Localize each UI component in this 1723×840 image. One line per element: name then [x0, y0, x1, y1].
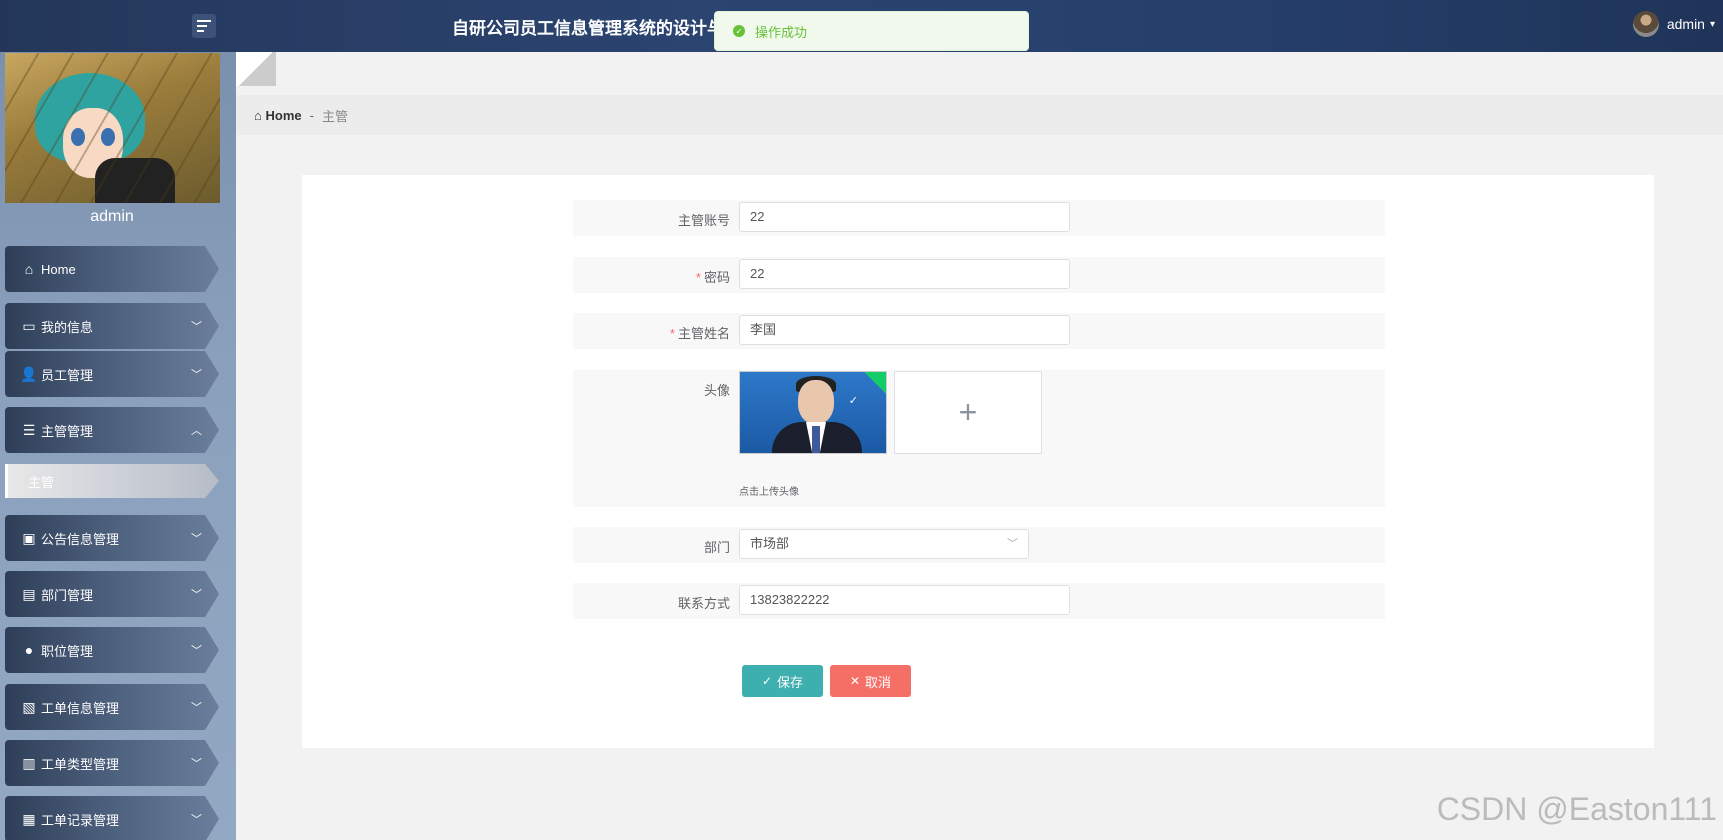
breadcrumb: ⌂ Home - 主管: [236, 95, 1723, 135]
required-mark: *: [669, 326, 675, 341]
sidebar: admin ⌂ Home ▭ 我的信息 ﹀ 👤 员工管理 ﹀ ☰ 主管管理 ︿ …: [0, 52, 236, 840]
profile-image: [5, 53, 220, 203]
sidebar-item-employees[interactable]: 👤 员工管理 ﹀: [5, 351, 219, 397]
cancel-button-label: 取消: [865, 674, 892, 690]
user-name: admin: [1666, 16, 1705, 32]
avatar-preview-image[interactable]: ✓: [739, 371, 887, 454]
breadcrumb-separator: -: [309, 107, 314, 123]
contact-input[interactable]: 13823822222: [739, 585, 1070, 615]
check-icon: ✓: [848, 395, 858, 407]
sidebar-item-work-order-types[interactable]: ▥ 工单类型管理 ﹀: [5, 740, 219, 786]
sidebar-item-work-order-records[interactable]: ▦ 工单记录管理 ﹀: [5, 796, 219, 840]
menu-fold-icon: [197, 20, 211, 32]
sidebar-item-my-info[interactable]: ▭ 我的信息 ﹀: [5, 303, 219, 349]
chevron-down-icon: ﹀: [191, 533, 202, 545]
sidebar-item-label: 部门管理: [41, 587, 94, 603]
sidebar-item-label: 工单类型管理: [41, 756, 120, 772]
app-title: 自研公司员工信息管理系统的设计与: [452, 19, 720, 38]
chevron-down-icon: ﹀: [191, 814, 202, 826]
save-button[interactable]: ✓ 保存: [742, 665, 823, 697]
sidebar-subitem-label: 主管: [28, 474, 55, 490]
required-mark: *: [695, 270, 701, 285]
upload-success-badge: [863, 372, 886, 395]
chevron-down-icon: ﹀: [191, 369, 202, 381]
sidebar-item-label: Home: [41, 261, 76, 277]
briefcase-icon: ▤: [22, 585, 36, 602]
sidebar-item-label: 工单信息管理: [41, 700, 120, 716]
sidebar-item-label: 主管管理: [41, 423, 94, 439]
contact-label: 联系方式: [677, 596, 730, 611]
sidebar-item-departments[interactable]: ▤ 部门管理 ﹀: [5, 571, 219, 617]
avatar-upload-hint: 点击上传头像: [739, 487, 799, 498]
chevron-down-icon: ﹀: [1007, 538, 1018, 550]
sidebar-subitem-supervisor[interactable]: 主管: [5, 464, 219, 498]
avatar-label: 头像: [703, 383, 730, 398]
form-row-avatar: 头像 ✓ + 点击上传头像: [573, 370, 1385, 507]
avatar-upload-button[interactable]: +: [894, 371, 1042, 454]
wallet-icon: ▣: [22, 529, 36, 546]
sidebar-item-label: 职位管理: [41, 643, 94, 659]
list-icon: ☰: [22, 421, 36, 438]
user-icon: 👤: [20, 365, 38, 382]
tags-bar: [236, 52, 1723, 95]
sidebar-item-home[interactable]: ⌂ Home: [5, 246, 219, 292]
chevron-up-icon: ︿: [191, 425, 202, 437]
success-check-icon: ✓: [733, 25, 745, 37]
caret-down-icon: ▾: [1709, 18, 1715, 30]
cancel-button[interactable]: ✕ 取消: [830, 665, 911, 697]
sidebar-item-label: 公告信息管理: [41, 531, 120, 547]
bulb-icon: ●: [24, 642, 34, 658]
form-row-name: * 主管姓名 李国: [573, 313, 1385, 349]
form-row-contact: 联系方式 13823822222: [573, 583, 1385, 619]
sidebar-item-label: 员工管理: [41, 367, 94, 383]
account-label: 主管账号: [677, 213, 730, 228]
profile-name: admin: [90, 208, 134, 225]
plus-icon: +: [958, 394, 978, 430]
department-label: 部门: [703, 540, 730, 555]
user-avatar: [1632, 11, 1659, 37]
success-toast: ✓ 操作成功: [714, 11, 1029, 51]
menu-toggle-button[interactable]: [192, 14, 216, 38]
check-circle-icon: ✓: [761, 674, 773, 688]
close-circle-icon: ✕: [849, 674, 861, 688]
chevron-down-icon: ﹀: [191, 702, 202, 714]
sidebar-item-label: 工单记录管理: [41, 812, 120, 828]
grid-icon: ▦: [22, 810, 36, 827]
password-label: * 密码: [695, 270, 730, 285]
user-menu[interactable]: admin ▾: [1632, 11, 1715, 37]
toast-message: 操作成功: [755, 24, 808, 40]
home-icon: ⌂: [24, 261, 34, 277]
sidebar-item-announcements[interactable]: ▣ 公告信息管理 ﹀: [5, 515, 219, 561]
card-icon: ▭: [22, 317, 36, 334]
sidebar-item-work-orders[interactable]: ▧ 工单信息管理 ﹀: [5, 684, 219, 730]
sidebar-item-supervisors[interactable]: ☰ 主管管理 ︿: [5, 407, 219, 453]
breadcrumb-home[interactable]: ⌂ Home: [254, 108, 302, 123]
form-row-account: 主管账号 22: [573, 200, 1385, 236]
sidebar-item-label: 我的信息: [41, 319, 94, 335]
breadcrumb-current: 主管: [321, 108, 348, 124]
page-fold-decoration: [236, 52, 276, 86]
save-button-label: 保存: [777, 674, 804, 690]
department-selected-value: 市场部: [750, 536, 790, 551]
home-icon: ⌂: [254, 107, 262, 123]
chevron-down-icon: ﹀: [191, 589, 202, 601]
sidebar-item-positions[interactable]: ● 职位管理 ﹀: [5, 627, 219, 673]
name-label: * 主管姓名: [669, 326, 730, 341]
name-input[interactable]: 李国: [739, 315, 1070, 345]
password-input[interactable]: 22: [739, 259, 1070, 289]
account-input[interactable]: 22: [739, 202, 1070, 232]
watermark: CSDN @Easton111: [1436, 791, 1717, 827]
chevron-down-icon: ﹀: [191, 321, 202, 333]
clipboard-x-icon: ▧: [22, 698, 36, 715]
form-row-department: 部门 市场部 ﹀: [573, 527, 1385, 563]
department-select[interactable]: 市场部 ﹀: [739, 529, 1029, 559]
chevron-down-icon: ﹀: [191, 758, 202, 770]
chevron-down-icon: ﹀: [191, 645, 202, 657]
form-row-password: * 密码 22: [573, 257, 1385, 293]
clipboard-icon: ▥: [22, 754, 36, 771]
